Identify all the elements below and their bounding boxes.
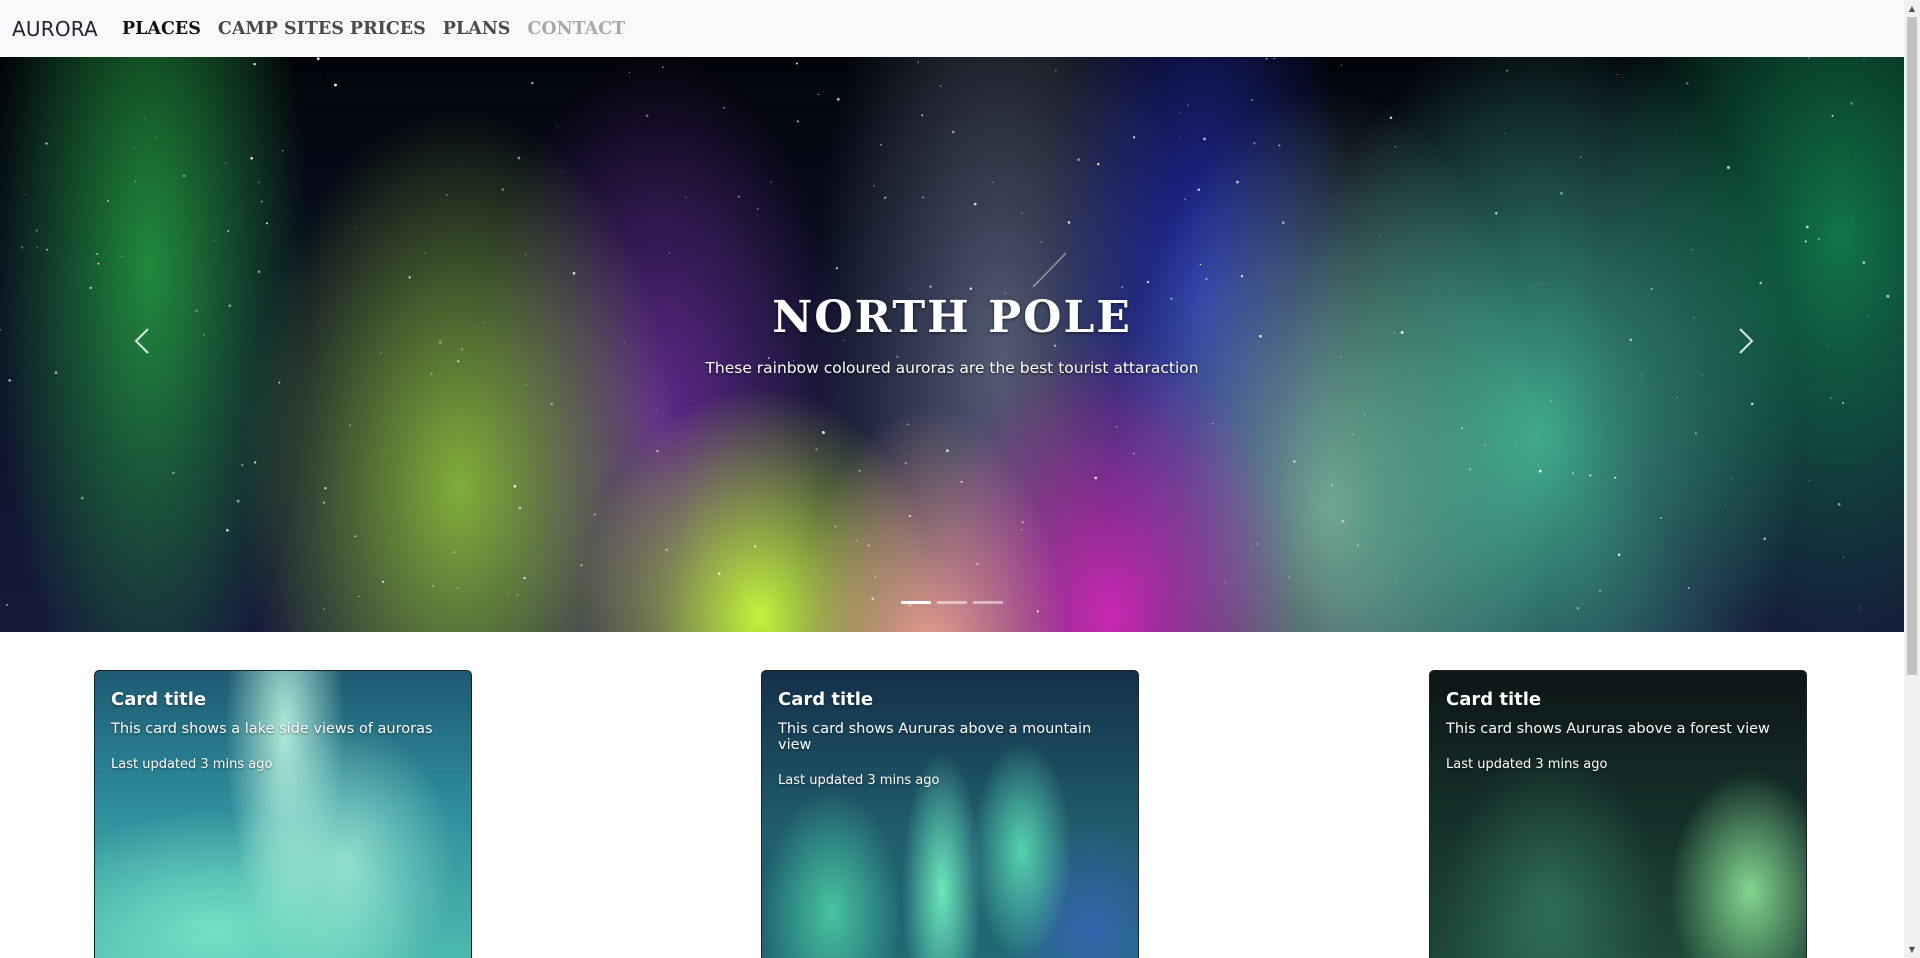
nav-links: PLACES CAMP SITES PRICES PLANS CONTACT (122, 19, 642, 39)
nav-link-places[interactable]: PLACES (122, 19, 201, 39)
card-lake-aurora[interactable]: Card title This card shows a lake side v… (94, 670, 472, 958)
card-body: Card title This card shows a lake side v… (111, 689, 459, 772)
card-text: This card shows Aururas above a forest v… (1446, 721, 1770, 737)
card-text: This card shows a lake side views of aur… (111, 721, 433, 737)
hero-title: NORTH POLE (772, 292, 1132, 343)
hero-subtitle: These rainbow coloured auroras are the b… (705, 359, 1199, 377)
card-mountain-aurora[interactable]: Card title This card shows Aururas above… (761, 670, 1139, 958)
card-updated-text: Last updated 3 mins ago (111, 757, 273, 772)
card-body: Card title This card shows Aururas above… (1446, 689, 1794, 772)
carousel-indicator-2[interactable] (937, 601, 967, 604)
page: AURORA PLACES CAMP SITES PRICES PLANS CO… (0, 0, 1904, 958)
scroll-down-arrow-icon[interactable]: ▼ (1904, 941, 1920, 958)
card-title: Card title (111, 689, 207, 710)
card-updated-text: Last updated 3 mins ago (778, 773, 940, 788)
scrollbar-thumb[interactable] (1907, 17, 1917, 675)
carousel-indicators (0, 601, 1904, 604)
chevron-right-icon (1739, 328, 1754, 354)
carousel-next-button[interactable] (1726, 321, 1766, 361)
scroll-up-arrow-icon[interactable]: ▲ (1904, 0, 1920, 17)
card-text: This card shows Aururas above a mountain… (778, 721, 1092, 753)
brand-logo[interactable]: AURORA (12, 17, 98, 41)
nav-link-contact: CONTACT (527, 18, 626, 39)
card-updated-text: Last updated 3 mins ago (1446, 757, 1608, 772)
card-title: Card title (778, 689, 874, 710)
card-title: Card title (1446, 689, 1542, 710)
carousel-indicator-1[interactable] (901, 601, 931, 604)
page-scrollbar[interactable]: ▲ ▼ (1904, 0, 1920, 958)
nav-link-plans[interactable]: PLANS (443, 19, 511, 39)
card-body: Card title This card shows Aururas above… (778, 689, 1126, 788)
nav-link-camp-sites-prices[interactable]: CAMP SITES PRICES (218, 19, 426, 39)
hero-carousel: NORTH POLE These rainbow coloured aurora… (0, 57, 1904, 632)
carousel-indicator-3[interactable] (973, 601, 1003, 604)
navbar: AURORA PLACES CAMP SITES PRICES PLANS CO… (0, 0, 1904, 57)
card-forest-aurora[interactable]: Card title This card shows Aururas above… (1429, 670, 1807, 958)
carousel-caption: NORTH POLE These rainbow coloured aurora… (0, 291, 1904, 377)
